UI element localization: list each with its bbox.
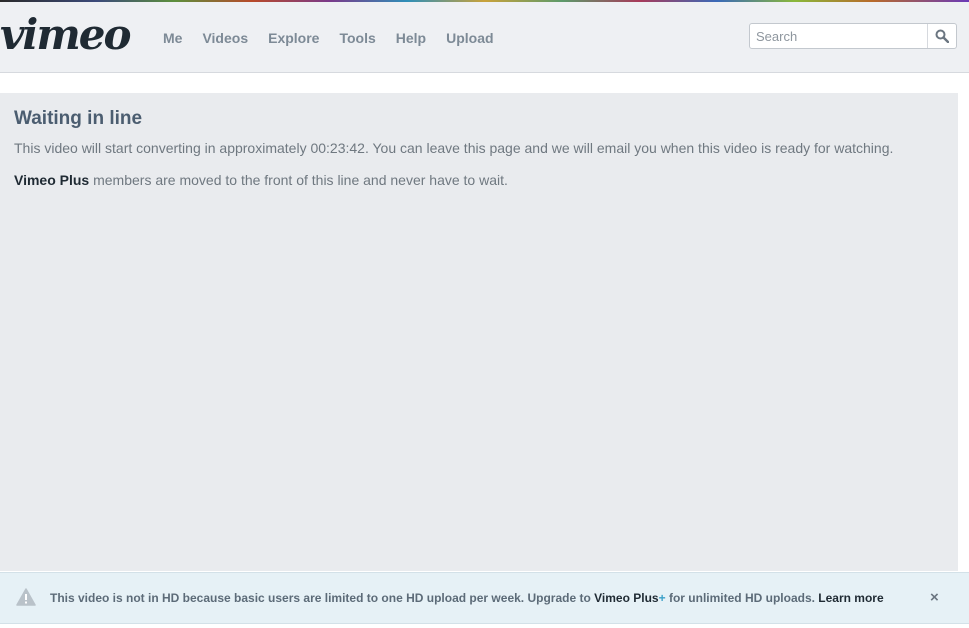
plus-note: Vimeo Plus members are moved to the fron… [14, 172, 508, 188]
nav-item-upload[interactable]: Upload [446, 30, 493, 46]
search-button[interactable] [927, 24, 956, 48]
plus-note-text: members are moved to the front of this l… [89, 172, 508, 188]
plus-mark: + [658, 591, 666, 605]
learn-more-link[interactable]: Learn more [818, 591, 883, 605]
warning-icon [16, 588, 36, 606]
header: vimeo Me Videos Explore Tools Help Uploa… [0, 2, 969, 73]
nav-item-tools[interactable]: Tools [339, 30, 375, 46]
notice-text-before: This video is not in HD because basic us… [50, 591, 595, 605]
conversion-message: This video will start converting in appr… [14, 140, 894, 156]
search-icon [935, 29, 949, 43]
nav-item-explore[interactable]: Explore [268, 30, 319, 46]
search-input[interactable] [750, 24, 928, 48]
vimeo-logo[interactable]: vimeo [0, 10, 132, 59]
search-box [749, 23, 957, 49]
page-title: Waiting in line [14, 108, 143, 129]
notice-text-after: for unlimited HD uploads. [665, 591, 819, 605]
hd-notice-text: This video is not in HD because basic us… [50, 591, 884, 605]
close-icon[interactable]: × [930, 589, 939, 606]
nav-item-help[interactable]: Help [396, 30, 426, 46]
vimeo-plus-link[interactable]: Vimeo Plus [14, 172, 89, 188]
waiting-panel: Waiting in line This video will start co… [0, 93, 958, 571]
nav-item-videos[interactable]: Videos [202, 30, 248, 46]
nav-item-me[interactable]: Me [163, 30, 182, 46]
hd-notice-bar: This video is not in HD because basic us… [0, 572, 969, 624]
main-nav: Me Videos Explore Tools Help Upload [163, 30, 514, 46]
notice-vimeo-plus-link[interactable]: Vimeo Plus [594, 591, 658, 605]
page: vimeo Me Videos Explore Tools Help Uploa… [0, 0, 969, 628]
